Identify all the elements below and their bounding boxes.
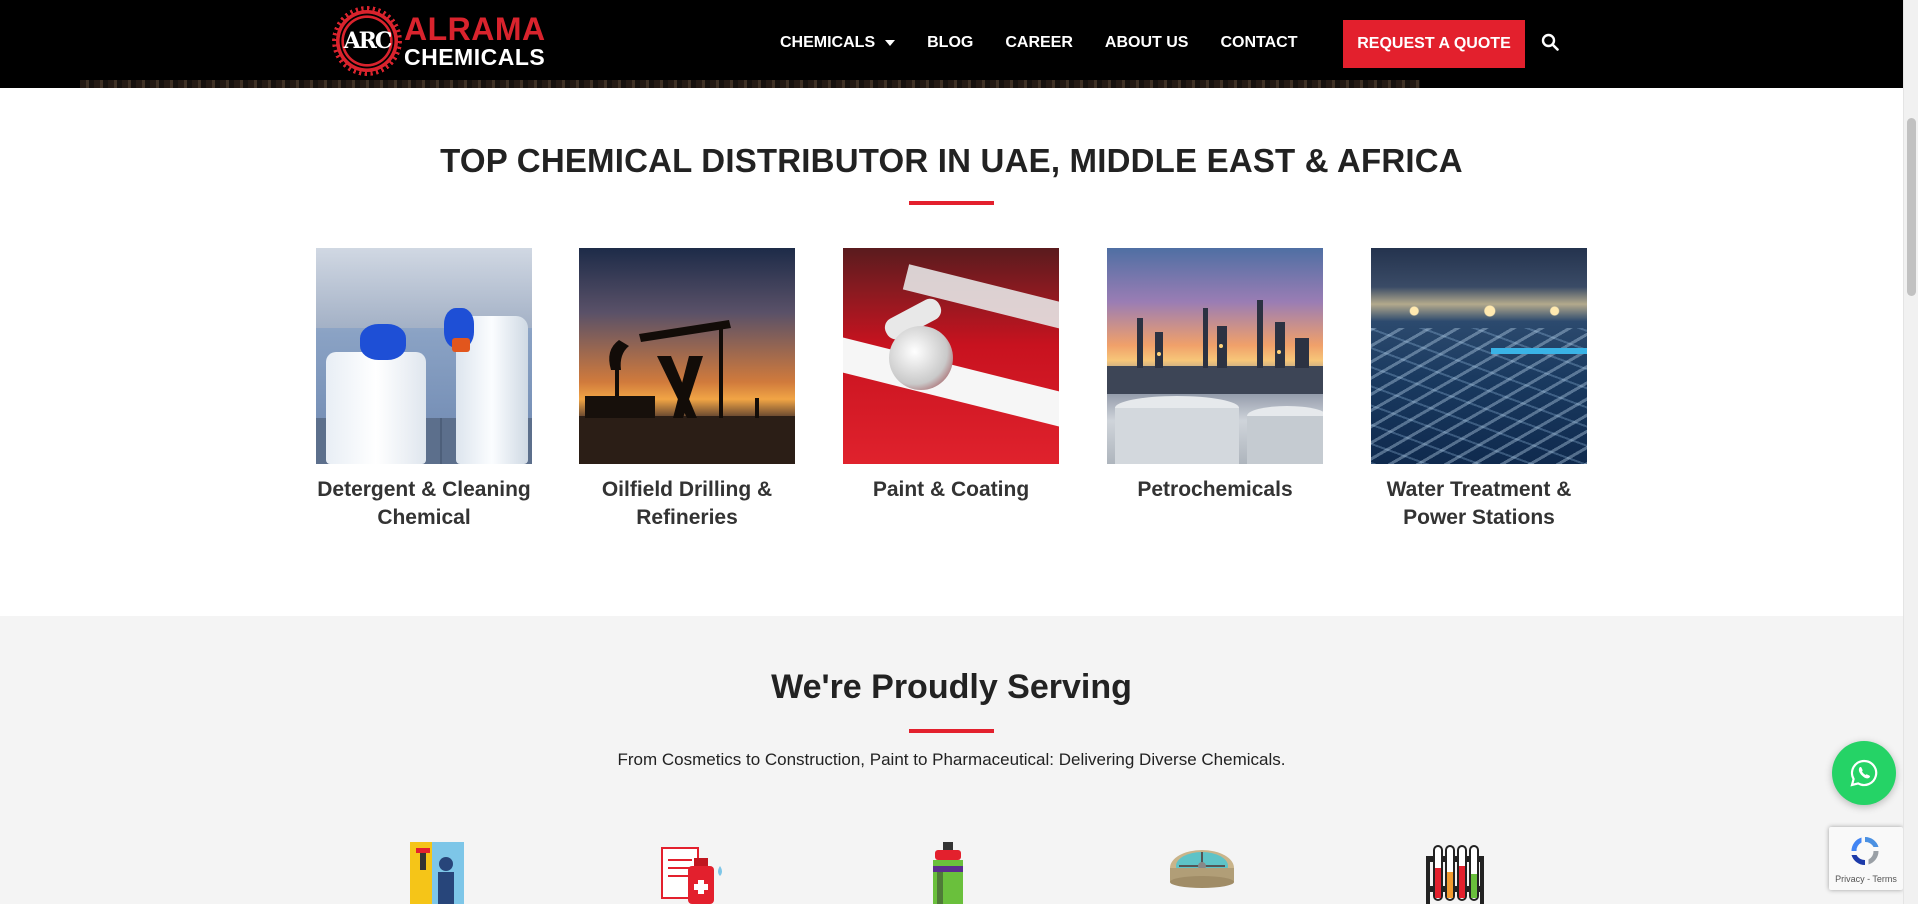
industry-card-label: Paint & Coating xyxy=(872,478,1030,501)
industry-card-label: Petrochemicals xyxy=(1137,478,1293,501)
industry-card-water-treatment[interactable]: Water Treatment & Power Stations xyxy=(1371,248,1587,532)
detergent-image xyxy=(316,248,532,464)
industry-card-label: Detergent & Cleaning Chemical xyxy=(317,478,531,529)
logo-emblem: ARC xyxy=(336,10,398,72)
chevron-down-icon xyxy=(885,40,896,46)
recaptcha-badge[interactable]: Privacy - Terms xyxy=(1829,827,1903,890)
nav-item-career[interactable]: CAREER xyxy=(1005,34,1073,52)
oilfield-image xyxy=(579,248,795,464)
spray-can-icon xyxy=(933,842,963,904)
nav-item-label: CHEMICALS xyxy=(780,34,876,51)
nav-item-label: CONTACT xyxy=(1220,34,1298,51)
whatsapp-button[interactable] xyxy=(1832,741,1896,805)
recaptcha-icon xyxy=(1851,836,1879,866)
nav-item-about-us[interactable]: ABOUT US xyxy=(1105,34,1189,52)
main-nav: CHEMICALS BLOG CAREER ABOUT US CONTACT xyxy=(780,0,1329,86)
serving-title: We're Proudly Serving xyxy=(771,668,1132,706)
logo-emblem-text: ARC xyxy=(343,28,393,54)
logo-wordmark: ALRAMA CHEMICALS xyxy=(404,13,546,69)
industry-icon-row xyxy=(0,842,1903,904)
title-underline xyxy=(909,729,994,733)
industry-card-oilfield[interactable]: Oilfield Drilling & Refineries xyxy=(579,248,795,532)
nav-item-blog[interactable]: BLOG xyxy=(927,34,973,52)
title-underline xyxy=(909,201,994,205)
petrochemicals-image xyxy=(1107,248,1323,464)
recaptcha-links[interactable]: Privacy - Terms xyxy=(1829,874,1903,884)
nav-item-label: CAREER xyxy=(1005,34,1073,51)
construction-painter-icon xyxy=(410,842,464,904)
scrollbar-thumb[interactable] xyxy=(1907,118,1916,296)
logo-bottom-text: CHEMICALS xyxy=(404,44,546,70)
industry-card-detergent[interactable]: Detergent & Cleaning Chemical xyxy=(316,248,532,532)
site-header: ARC ALRAMA CHEMICALS CHEMICALS BLOG CARE… xyxy=(0,0,1903,88)
whatsapp-icon xyxy=(1850,759,1878,787)
search-icon[interactable] xyxy=(1541,33,1559,51)
distributor-title: TOP CHEMICAL DISTRIBUTOR IN UAE, MIDDLE … xyxy=(440,142,1463,179)
industry-card-label: Oilfield Drilling & Refineries xyxy=(601,478,773,529)
request-quote-button[interactable]: REQUEST A QUOTE xyxy=(1343,20,1525,68)
nav-item-chemicals[interactable]: CHEMICALS xyxy=(780,34,896,52)
nav-item-label: ABOUT US xyxy=(1104,34,1189,51)
water-clarifier-icon xyxy=(1170,850,1234,888)
page-scrollbar[interactable] xyxy=(1903,0,1918,904)
industry-card-paint[interactable]: Paint & Coating xyxy=(843,248,1059,504)
test-tubes-icon xyxy=(1426,845,1484,904)
pharmaceutical-bottle-icon xyxy=(661,847,722,904)
serving-section: We're Proudly Serving From Cosmetics to … xyxy=(0,616,1903,904)
serving-subtitle: From Cosmetics to Construction, Paint to… xyxy=(617,750,1286,769)
paint-image xyxy=(843,248,1059,464)
logo[interactable]: ARC ALRAMA CHEMICALS xyxy=(336,10,546,72)
industry-card-label: Water Treatment & Power Stations xyxy=(1386,478,1572,529)
nav-item-contact[interactable]: CONTACT xyxy=(1220,34,1297,52)
logo-top-text: ALRAMA xyxy=(404,11,546,47)
industry-card-petrochemicals[interactable]: Petrochemicals xyxy=(1107,248,1323,504)
nav-item-label: BLOG xyxy=(927,34,974,51)
water-treatment-image xyxy=(1371,248,1587,464)
